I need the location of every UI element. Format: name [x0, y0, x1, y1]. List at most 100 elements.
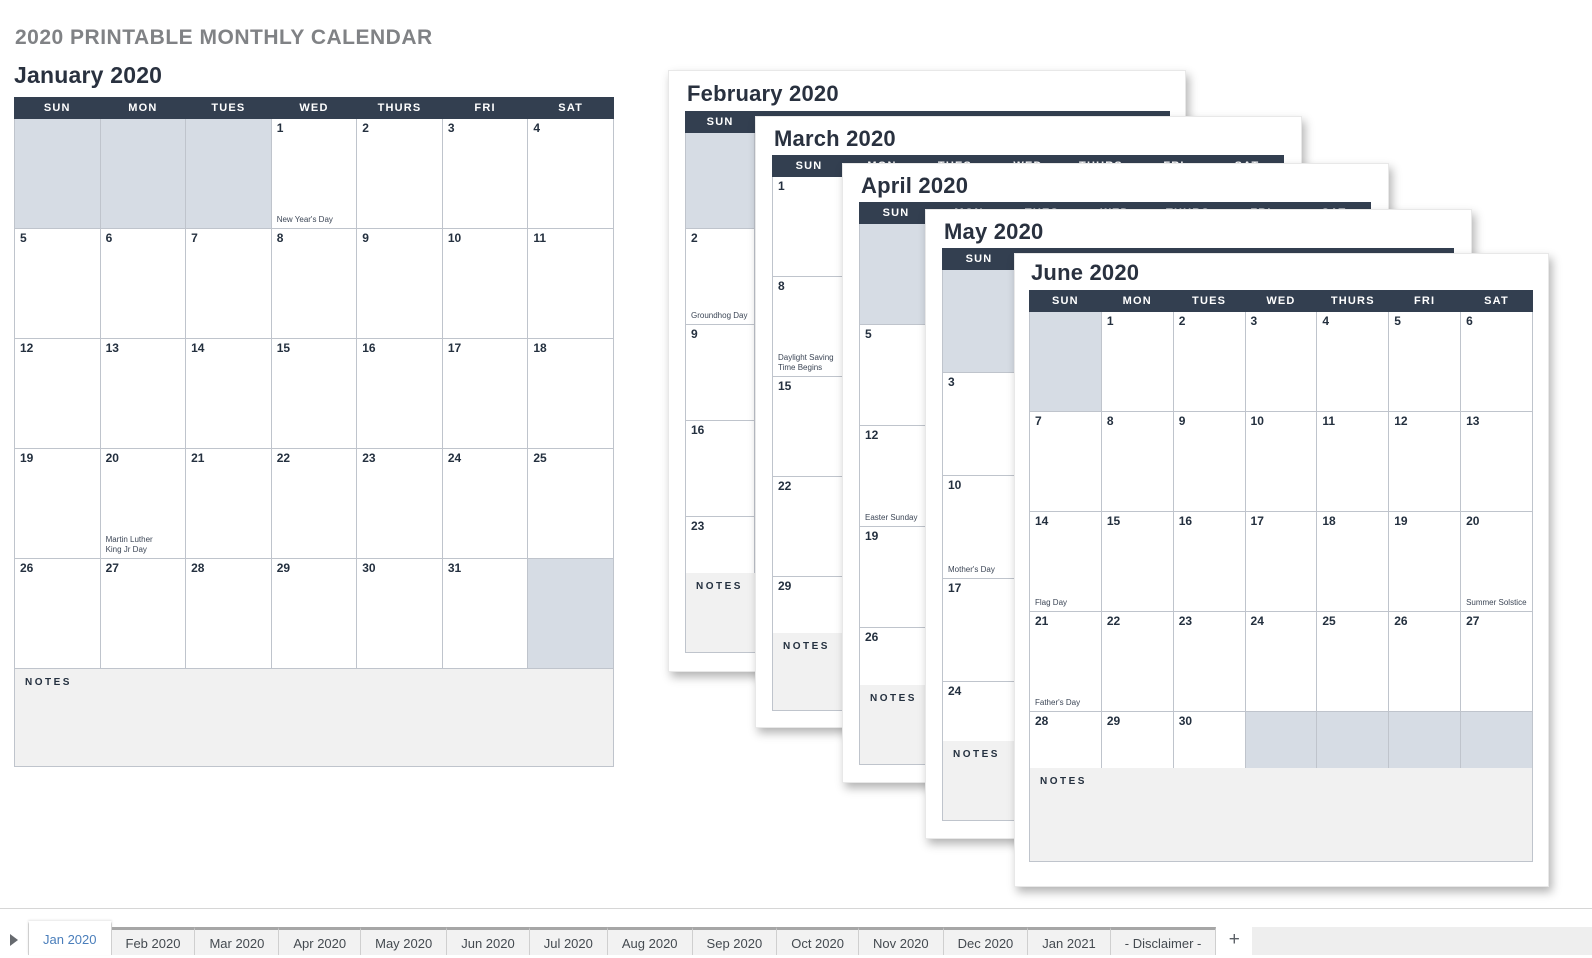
calendar-cell-day-15[interactable]: 15 [1100, 511, 1174, 612]
calendar-cell-day-5[interactable]: 5 [859, 324, 933, 426]
calendar-cell-day-5[interactable]: 5 [1388, 311, 1462, 412]
calendar-cell-day-6[interactable]: 6 [1460, 311, 1533, 412]
calendar-cell-day-2[interactable]: 2 [356, 118, 443, 229]
calendar-cell-day-4[interactable]: 4 [527, 118, 614, 229]
calendar-cell-day-20[interactable]: 20 Martin Luther King Jr Day [99, 448, 187, 559]
calendar-cell-day-2[interactable]: 2 [1172, 311, 1246, 412]
calendar-cell-day-3[interactable]: 3 [441, 118, 529, 229]
calendar-cell-day-12[interactable]: 12 [1388, 411, 1462, 512]
calendar-cell-day-14[interactable]: 14 Flag Day [1029, 511, 1102, 612]
calendar-cell-day-7[interactable]: 7 [1029, 411, 1102, 512]
calendar-cell-day-21[interactable]: 21 Father's Day [1029, 611, 1102, 712]
sheet-tab-jul-2020[interactable]: Jul 2020 [529, 927, 608, 955]
add-sheet-button[interactable]: + [1216, 927, 1253, 955]
calendar-cell-day-26[interactable]: 26 [14, 558, 101, 669]
calendar-cell-day-26[interactable]: 26 [1388, 611, 1462, 712]
calendar-cell-day-17[interactable]: 17 [1244, 511, 1318, 612]
calendar-cell-empty[interactable] [1029, 311, 1102, 412]
calendar-cell-day-4[interactable]: 4 [1316, 311, 1390, 412]
calendar-cell-day-1[interactable]: 1 [772, 176, 846, 277]
calendar-cell-day-18[interactable]: 18 [527, 338, 614, 449]
calendar-cell-day-8[interactable]: 8 Daylight Saving Time Begins [772, 276, 846, 377]
calendar-cell-day-15[interactable]: 15 [270, 338, 358, 449]
calendar-cell-day-13[interactable]: 13 [99, 338, 187, 449]
calendar-cell-day-10[interactable]: 10 [441, 228, 529, 339]
calendar-cell-day-1[interactable]: 1 New Year's Day [270, 118, 358, 229]
calendar-cell-day-16[interactable]: 16 [356, 338, 443, 449]
sheet-tab-jan-2020[interactable]: Jan 2020 [28, 921, 112, 955]
calendar-cell-day-3[interactable]: 3 [942, 372, 1016, 476]
calendar-cell-day-12[interactable]: 12 Easter Sunday [859, 425, 933, 527]
calendar-cell-day-16[interactable]: 16 [1172, 511, 1246, 612]
calendar-cell-day-25[interactable]: 25 [527, 448, 614, 559]
sheet-tab-mar-2020[interactable]: Mar 2020 [195, 927, 280, 955]
calendar-cell-day-1[interactable]: 1 [1100, 311, 1174, 412]
calendar-cell-day-9[interactable]: 9 [684, 324, 756, 421]
calendar-cell-day-3[interactable]: 3 [1244, 311, 1318, 412]
calendar-cell-day-20[interactable]: 20 Summer Solstice [1460, 511, 1533, 612]
notes-section-jan[interactable]: NOTES [14, 669, 614, 767]
sheet-jan-2020[interactable]: January 2020 SUN MON TUES WED THURS FRI SAT 1 New… [14, 62, 614, 767]
calendar-cell-day-24[interactable]: 24 [441, 448, 529, 559]
calendar-cell-day-22[interactable]: 22 [270, 448, 358, 559]
calendar-cell-day-18[interactable]: 18 [1316, 511, 1390, 612]
calendar-cell-day-6[interactable]: 6 [99, 228, 187, 339]
notes-section-jun[interactable]: NOTES [1029, 768, 1533, 862]
calendar-cell-day-27[interactable]: 27 [99, 558, 187, 669]
calendar-cell-empty[interactable] [527, 558, 614, 669]
calendar-cell-day-9[interactable]: 9 [356, 228, 443, 339]
calendar-cell-empty[interactable] [185, 118, 272, 229]
calendar-cell-day-2[interactable]: 2 Groundhog Day [684, 228, 756, 325]
calendar-cell-empty[interactable] [14, 118, 101, 229]
calendar-cell-empty[interactable] [99, 118, 187, 229]
sheet-tab-jan-2021[interactable]: Jan 2021 [1028, 927, 1111, 955]
calendar-cell-day-23[interactable]: 23 [1172, 611, 1246, 712]
sheet-tab-aug-2020[interactable]: Aug 2020 [607, 927, 693, 955]
calendar-cell-day-5[interactable]: 5 [14, 228, 101, 339]
day-number: 28 [191, 561, 205, 575]
calendar-cell-day-12[interactable]: 12 [14, 338, 101, 449]
calendar-cell-day-9[interactable]: 9 [1172, 411, 1246, 512]
sheet-tab-feb-2020[interactable]: Feb 2020 [111, 927, 196, 955]
calendar-cell-empty[interactable] [859, 223, 933, 325]
sheet-jun-2020[interactable]: June 2020 SUN MON TUES WED THURS FRI SAT 1 2 3 4 5 6 7… [1014, 253, 1549, 887]
sheet-tab-dec-2020[interactable]: Dec 2020 [943, 927, 1029, 955]
sheet-tab-sep-2020[interactable]: Sep 2020 [692, 927, 778, 955]
calendar-cell-day-30[interactable]: 30 [356, 558, 443, 669]
calendar-cell-day-11[interactable]: 11 [1316, 411, 1390, 512]
calendar-cell-day-28[interactable]: 28 [185, 558, 272, 669]
calendar-cell-day-8[interactable]: 8 [270, 228, 358, 339]
calendar-cell-day-8[interactable]: 8 [1100, 411, 1174, 512]
calendar-cell-day-19[interactable]: 19 [859, 526, 933, 628]
calendar-cell-day-19[interactable]: 19 [14, 448, 101, 559]
calendar-cell-day-10[interactable]: 10 Mother's Day [942, 475, 1016, 579]
sheet-tab-oct-2020[interactable]: Oct 2020 [777, 927, 859, 955]
calendar-cell-day-7[interactable]: 7 [185, 228, 272, 339]
calendar-cell-day-10[interactable]: 10 [1244, 411, 1318, 512]
calendar-cell-day-22[interactable]: 22 [772, 476, 846, 577]
sheet-tab-apr-2020[interactable]: Apr 2020 [279, 927, 362, 955]
calendar-cell-day-25[interactable]: 25 [1316, 611, 1390, 712]
sheet-tab-disclaimer[interactable]: - Disclaimer - [1110, 927, 1217, 955]
calendar-cell-day-21[interactable]: 21 [185, 448, 272, 559]
calendar-cell-day-29[interactable]: 29 [270, 558, 358, 669]
calendar-cell-empty[interactable] [684, 132, 756, 229]
calendar-cell-day-14[interactable]: 14 [185, 338, 272, 449]
sheet-tab-nov-2020[interactable]: Nov 2020 [858, 927, 944, 955]
calendar-cell-day-17[interactable]: 17 [942, 578, 1016, 682]
calendar-cell-day-23[interactable]: 23 [356, 448, 443, 559]
calendar-cell-day-15[interactable]: 15 [772, 376, 846, 477]
calendar-cell-empty[interactable] [942, 269, 1016, 373]
sheet-tab-may-2020[interactable]: May 2020 [361, 927, 448, 955]
calendar-cell-day-24[interactable]: 24 [1244, 611, 1318, 712]
sheet-tab-jun-2020[interactable]: Jun 2020 [447, 927, 530, 955]
calendar-cell-day-17[interactable]: 17 [441, 338, 529, 449]
calendar-cell-day-31[interactable]: 31 [441, 558, 529, 669]
calendar-cell-day-22[interactable]: 22 [1100, 611, 1174, 712]
calendar-cell-day-16[interactable]: 16 [684, 420, 756, 517]
calendar-cell-day-19[interactable]: 19 [1388, 511, 1462, 612]
tab-scroll-right-button[interactable] [0, 925, 28, 955]
calendar-cell-day-11[interactable]: 11 [527, 228, 614, 339]
calendar-cell-day-13[interactable]: 13 [1460, 411, 1533, 512]
calendar-cell-day-27[interactable]: 27 [1460, 611, 1533, 712]
